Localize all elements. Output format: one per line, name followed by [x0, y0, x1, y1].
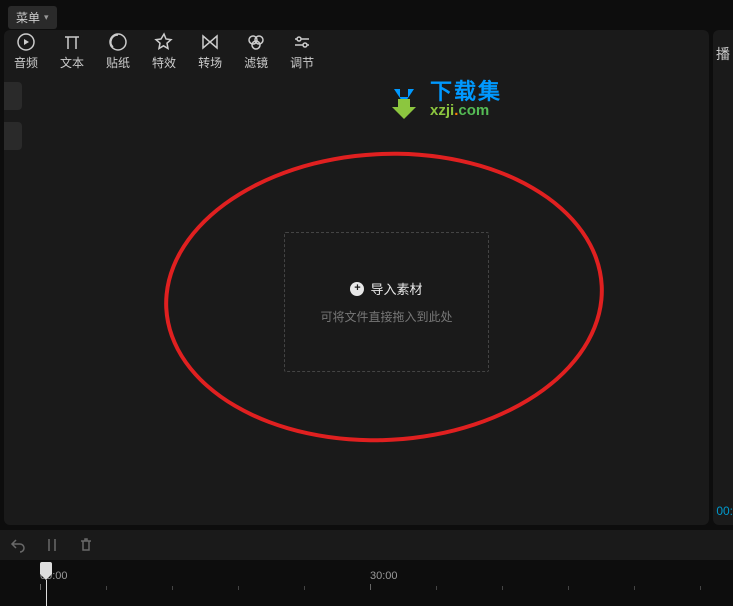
tool-effects[interactable]: 特效 — [152, 32, 176, 71]
watermark-text: 下载集 xzji.com — [430, 81, 502, 118]
tool-sticker[interactable]: 贴纸 — [106, 32, 130, 71]
top-toolbar: 音频 文本 贴纸 特效 转场 滤镜 调节 — [4, 30, 709, 72]
watermark-line2: xzji.com — [430, 103, 502, 118]
import-hint: 可将文件直接拖入到此处 — [320, 308, 452, 325]
media-panel: + 导入素材 可将文件直接拖入到此处 下载集 xzji.com — [4, 72, 709, 525]
right-panel: 播 — [713, 30, 733, 525]
tool-adjust[interactable]: 调节 — [290, 32, 314, 71]
timeline-minor-tick — [172, 586, 173, 590]
tool-filter[interactable]: 滤镜 — [244, 32, 268, 71]
timeline-minor-tick — [634, 586, 635, 590]
adjust-icon — [292, 32, 312, 52]
tool-label: 调节 — [290, 54, 314, 71]
tool-label: 音频 — [14, 54, 38, 71]
filter-icon — [246, 32, 266, 52]
menu-dropdown[interactable]: 菜单 ▾ — [8, 6, 57, 29]
playhead-line — [46, 580, 47, 606]
text-icon — [62, 32, 82, 52]
timeline[interactable]: 00:00 30:00 — [0, 560, 733, 606]
tool-audio[interactable]: 音频 — [14, 32, 38, 71]
import-dropzone[interactable]: + 导入素材 可将文件直接拖入到此处 — [284, 232, 489, 372]
import-row: + 导入素材 — [350, 279, 422, 298]
timeline-minor-tick — [106, 586, 107, 590]
timeline-toolbar — [0, 530, 733, 560]
tool-transition[interactable]: 转场 — [198, 32, 222, 71]
tool-label: 转场 — [198, 54, 222, 71]
playhead-handle[interactable] — [40, 562, 52, 574]
tool-label: 贴纸 — [106, 54, 130, 71]
timeline-minor-tick — [436, 586, 437, 590]
transition-icon — [200, 32, 220, 52]
timeline-minor-tick — [700, 586, 701, 590]
timeline-minor-tick — [502, 586, 503, 590]
tool-label: 滤镜 — [244, 54, 268, 71]
right-panel-label: 播 — [716, 46, 730, 62]
sticker-icon — [108, 32, 128, 52]
tool-label: 特效 — [152, 54, 176, 71]
timeline-minor-tick — [568, 586, 569, 590]
timeline-minor-tick — [238, 586, 239, 590]
chevron-down-icon: ▾ — [44, 12, 49, 23]
delete-icon[interactable] — [78, 537, 94, 553]
side-tabs — [4, 82, 22, 162]
tool-label: 文本 — [60, 54, 84, 71]
plus-icon: + — [350, 282, 364, 296]
timeline-tick: 30:00 — [370, 570, 398, 582]
watermark: 下载集 xzji.com — [384, 79, 502, 119]
menu-label: 菜单 — [16, 9, 40, 26]
effects-icon — [154, 32, 174, 52]
timeline-ruler[interactable]: 00:00 30:00 — [40, 570, 733, 590]
timeline-minor-tick — [304, 586, 305, 590]
undo-icon[interactable] — [10, 537, 26, 553]
right-timecode: 00: — [716, 504, 733, 518]
audio-icon — [16, 32, 36, 52]
playhead[interactable] — [40, 562, 52, 604]
import-title: 导入素材 — [370, 279, 422, 298]
side-tab-2[interactable] — [4, 122, 22, 150]
split-icon[interactable] — [44, 537, 60, 553]
watermark-arrow-icon — [384, 79, 424, 119]
side-tab-1[interactable] — [4, 82, 22, 110]
watermark-line1: 下载集 — [430, 81, 502, 103]
tool-text[interactable]: 文本 — [60, 32, 84, 71]
